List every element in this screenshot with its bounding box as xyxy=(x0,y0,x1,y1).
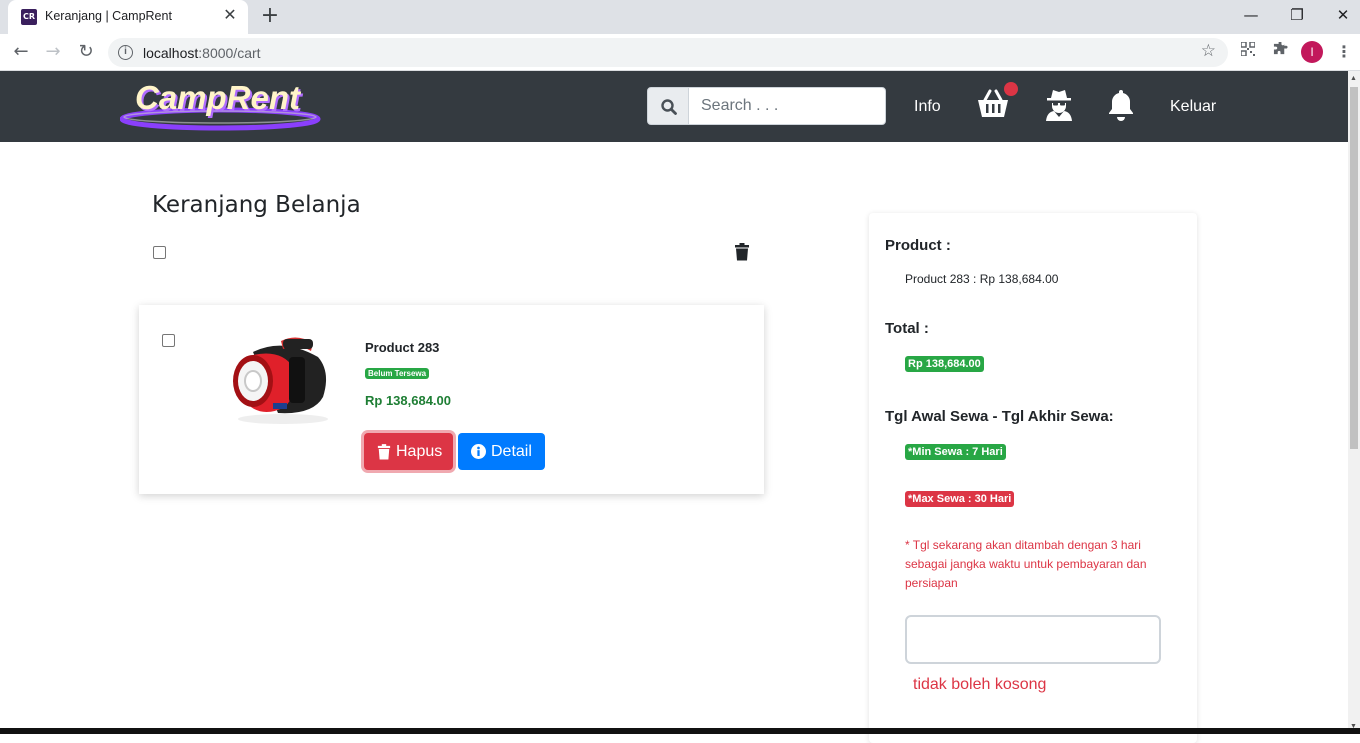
search-button[interactable] xyxy=(647,87,689,125)
cart-notification-badge xyxy=(1004,82,1018,96)
select-all-checkbox[interactable] xyxy=(153,246,166,259)
extensions-icon[interactable] xyxy=(1268,40,1292,64)
scrollbar-thumb[interactable] xyxy=(1350,87,1358,449)
browser-tabstrip: CR Keranjang | CampRent ✕ + — ❐ ✕ xyxy=(0,0,1360,34)
product-image[interactable] xyxy=(223,327,333,427)
qr-code-icon[interactable] xyxy=(1236,40,1260,64)
info-circle-icon xyxy=(471,444,486,459)
date-error-message: tidak boleh kosong xyxy=(913,676,1047,693)
bookmark-star-icon[interactable]: ☆ xyxy=(1201,41,1216,61)
browser-menu-icon[interactable]: ⋮ xyxy=(1332,40,1356,64)
tab-title: Keranjang | CampRent xyxy=(45,9,172,23)
site-navbar: CampRent CampRent Info xyxy=(0,71,1348,142)
browser-toolbar: ← → ↻ i localhost:8000/cart ☆ I ⋮ xyxy=(0,34,1360,71)
rental-status-badge: Belum Tersewa xyxy=(365,368,430,379)
item-checkbox[interactable] xyxy=(162,334,175,347)
summary-total-badge: Rp 138,684.00 xyxy=(905,356,984,372)
cart-item-card: Product 283 Belum Tersewa Rp 138,684.00 … xyxy=(139,305,764,494)
summary-product-heading: Product : xyxy=(885,237,951,254)
minimize-icon[interactable]: — xyxy=(1228,0,1274,30)
search-input[interactable] xyxy=(688,87,886,125)
tab-close-icon[interactable]: ✕ xyxy=(220,6,240,26)
site-info-icon[interactable]: i xyxy=(118,45,133,60)
trash-icon xyxy=(377,444,391,460)
camprent-logo[interactable]: CampRent CampRent xyxy=(119,77,325,133)
address-url[interactable]: localhost:8000/cart xyxy=(143,45,261,61)
user-secret-icon[interactable] xyxy=(1041,87,1077,123)
delete-selected-icon[interactable] xyxy=(734,243,750,261)
product-name[interactable]: Product 283 xyxy=(365,340,439,355)
back-icon[interactable]: ← xyxy=(8,39,34,65)
order-summary-panel: Product : Product 283 : Rp 138,684.00 To… xyxy=(869,213,1197,743)
scroll-up-icon[interactable]: ▲ xyxy=(1350,75,1357,82)
summary-date-heading: Tgl Awal Sewa - Tgl Akhir Sewa: xyxy=(885,408,1114,425)
min-rent-badge: *Min Sewa : 7 Hari xyxy=(905,444,1006,460)
detail-item-button[interactable]: Detail xyxy=(458,433,545,470)
restore-icon[interactable]: ❐ xyxy=(1274,0,1320,30)
browser-tab[interactable]: CR Keranjang | CampRent ✕ xyxy=(8,0,248,34)
date-note: * Tgl sekarang akan ditambah dengan 3 ha… xyxy=(905,538,1147,590)
product-price: Rp 138,684.00 xyxy=(365,393,452,408)
page-title: Keranjang Belanja xyxy=(152,192,361,218)
window-close-icon[interactable]: ✕ xyxy=(1320,0,1360,30)
nav-info-link[interactable]: Info xyxy=(914,98,941,116)
svg-text:CampRent: CampRent xyxy=(135,79,302,116)
profile-avatar[interactable]: I xyxy=(1301,41,1323,63)
summary-total-heading: Total : xyxy=(885,320,929,337)
max-rent-badge: *Max Sewa : 30 Hari xyxy=(905,491,1015,507)
new-tab-icon[interactable]: + xyxy=(258,5,282,29)
reload-icon[interactable]: ↻ xyxy=(73,39,99,65)
search-icon xyxy=(661,99,677,115)
rental-date-range-input[interactable] xyxy=(905,615,1161,664)
page-scrollbar[interactable]: ▲ ▼ xyxy=(1348,71,1360,734)
address-bar[interactable]: i localhost:8000/cart ☆ xyxy=(108,38,1228,67)
forward-icon[interactable]: → xyxy=(40,39,66,65)
tab-favicon-icon: CR xyxy=(21,9,37,25)
delete-item-button[interactable]: Hapus xyxy=(364,433,453,470)
os-taskbar xyxy=(0,728,1360,734)
logout-link[interactable]: Keluar xyxy=(1170,98,1216,116)
search-group xyxy=(647,87,886,125)
summary-product-line: Product 283 : Rp 138,684.00 xyxy=(905,272,1059,286)
bell-icon[interactable] xyxy=(1103,87,1139,123)
